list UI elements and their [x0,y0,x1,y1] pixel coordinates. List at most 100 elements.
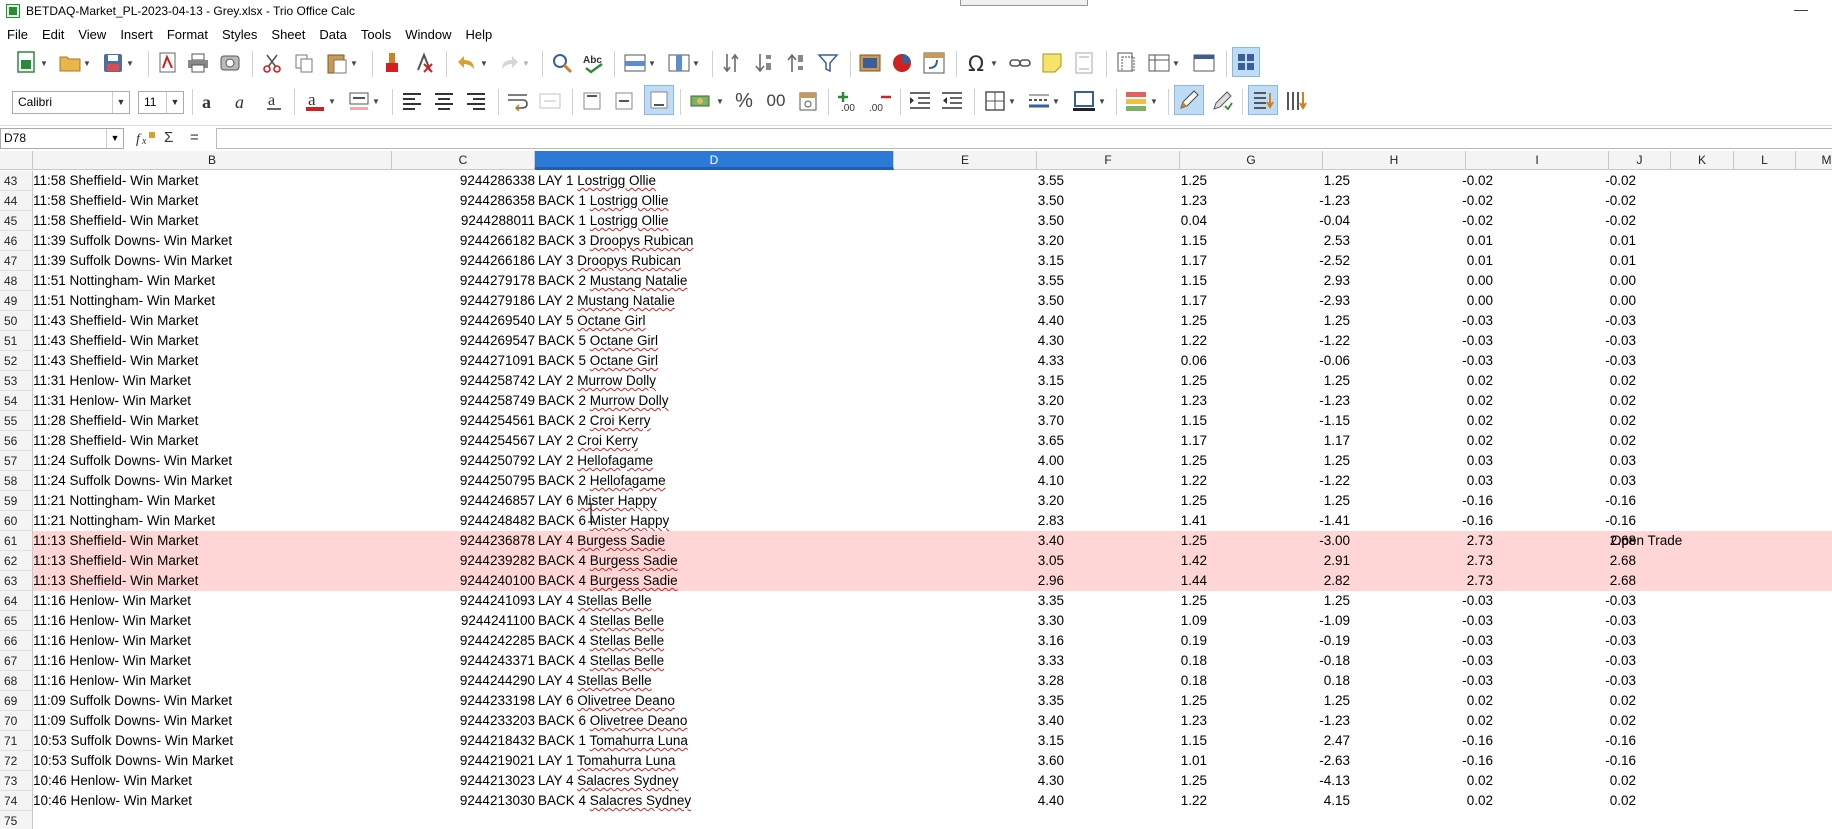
cell-b[interactable]: 11:31 Henlow- Win Market [33,371,392,391]
cell-h[interactable]: 0.02 [1350,791,1493,811]
cell-d[interactable]: BACK 2 Croi Kerry [538,411,894,431]
cell-b[interactable]: 11:13 Sheffield- Win Market [33,571,392,591]
cell-h[interactable]: 0.02 [1350,431,1493,451]
table-row[interactable]: 11:31 Henlow- Win Market 9244258749 BACK 2… [33,391,1832,411]
cell-h[interactable]: 0.02 [1350,371,1493,391]
cell-g[interactable]: 1.25 [1207,591,1350,611]
row-header[interactable]: 46 [0,231,33,251]
cell-h[interactable]: -0.03 [1350,611,1493,631]
menu-format[interactable]: Format [160,27,215,42]
cell-f[interactable]: 0.18 [1064,651,1207,671]
cell-e[interactable]: 3.20 [894,231,1064,251]
table-row[interactable]: 11:16 Henlow- Win Market 9244242285 BACK 4… [33,631,1832,651]
row-header[interactable]: 74 [0,791,33,811]
cell-j-note[interactable] [1611,271,1771,291]
cell-b[interactable] [33,811,392,829]
cell-d[interactable]: LAY 6 Olivetree Deano [538,691,894,711]
cell-b[interactable]: 10:46 Henlow- Win Market [33,791,392,811]
cell-d[interactable]: BACK 4 Burgess Sadie [538,551,894,571]
cell-c[interactable]: 9244269540 [392,311,535,331]
cell-e[interactable]: 4.33 [894,351,1064,371]
cell-e[interactable]: 3.16 [894,631,1064,651]
column-header-f[interactable]: F [1037,151,1180,170]
cell-c[interactable]: 9244248482 [392,511,535,531]
cell-h[interactable]: -0.03 [1350,671,1493,691]
align-left-button[interactable] [398,85,426,117]
cell-h[interactable]: 0.00 [1350,271,1493,291]
insert-chart-button[interactable] [888,47,916,79]
cell-d[interactable]: LAY 4 Stellas Belle [538,591,894,611]
cell-j-note[interactable] [1611,571,1771,591]
table-row[interactable]: 11:13 Sheffield- Win Market 9244239282 BAC… [33,551,1832,571]
cell-c[interactable]: 9244250792 [392,451,535,471]
cell-d[interactable]: BACK 4 Stellas Belle [538,631,894,651]
cell-j-note[interactable] [1611,471,1771,491]
cell-g[interactable]: 2.82 [1207,571,1350,591]
cell-f[interactable]: 0.06 [1064,351,1207,371]
menu-edit[interactable]: Edit [35,27,71,42]
cell-b[interactable]: 11:16 Henlow- Win Market [33,651,392,671]
row-header[interactable]: 44 [0,191,33,211]
cell-g[interactable]: -2.52 [1207,251,1350,271]
cell-j-note[interactable] [1611,191,1771,211]
row-header[interactable]: 49 [0,291,33,311]
row-header[interactable]: 59 [0,491,33,511]
cell-d[interactable]: BACK 4 Stellas Belle [538,611,894,631]
date-format-button[interactable] [794,85,822,117]
cell-h[interactable]: 0.00 [1350,291,1493,311]
sort-ascending-button[interactable] [750,47,778,79]
cell-e[interactable]: 3.15 [894,731,1064,751]
cell-g[interactable]: -2.93 [1207,291,1350,311]
table-row[interactable]: 11:43 Sheffield- Win Market 9244269547 BAC… [33,331,1832,351]
redo-button[interactable]: ▼ [494,47,534,79]
cell-f[interactable]: 1.15 [1064,231,1207,251]
cell-c[interactable]: 9244213023 [392,771,535,791]
cell-f[interactable]: 1.15 [1064,731,1207,751]
paste-button[interactable]: ▼ [322,47,362,79]
underline-button[interactable]: a [260,85,288,117]
cell-f[interactable]: 1.17 [1064,431,1207,451]
cell-d[interactable]: BACK 3 Droopys Rubican [538,231,894,251]
row-header[interactable]: 55 [0,411,33,431]
cell-c[interactable]: 9244240100 [392,571,535,591]
cell-f[interactable]: 1.25 [1064,591,1207,611]
cell-f[interactable]: 0.19 [1064,631,1207,651]
cell-c[interactable]: 9244218432 [392,731,535,751]
table-row[interactable]: 11:58 Sheffield- Win Market 9244286358 BAC… [33,191,1832,211]
conditional-format-button[interactable]: ▼ [1120,85,1162,117]
cell-e[interactable]: 3.05 [894,551,1064,571]
table-row[interactable]: 11:39 Suffolk Downs- Win Market 924426618… [33,231,1832,251]
table-row[interactable]: 10:46 Henlow- Win Market 9244213030 BACK 4… [33,791,1832,811]
cell-c[interactable]: 9244266186 [392,251,535,271]
decrease-indent-button[interactable] [938,85,966,117]
column-header-d[interactable]: D [535,151,894,170]
delete-decimal-button[interactable]: .00 [866,85,894,117]
border-style-button[interactable]: ▼ [1024,85,1064,117]
row-button[interactable]: ▼ [620,47,660,79]
column-header-j[interactable]: J [1609,151,1671,170]
cell-c[interactable]: 9244244290 [392,671,535,691]
font-color-button[interactable]: a ▼ [300,85,340,117]
table-row[interactable]: 11:51 Nottingham- Win Market 9244279178 BA… [33,271,1832,291]
cell-g[interactable] [1207,811,1350,829]
cell-b[interactable]: 11:51 Nottingham- Win Market [33,291,392,311]
column-header-h[interactable]: H [1323,151,1466,170]
cell-f[interactable]: 1.25 [1064,491,1207,511]
table-row[interactable]: 11:28 Sheffield- Win Market 9244254561 BAC… [33,411,1832,431]
cell-g[interactable]: 2.53 [1207,231,1350,251]
print-button[interactable] [184,47,212,79]
cell-e[interactable]: 4.30 [894,331,1064,351]
table-row[interactable]: 11:09 Suffolk Downs- Win Market 924423320… [33,711,1832,731]
cell-j-note[interactable] [1611,211,1771,231]
cell-g[interactable]: 1.25 [1207,451,1350,471]
cell-j-note[interactable] [1611,171,1771,191]
cell-h[interactable]: 0.03 [1350,471,1493,491]
cell-d[interactable]: LAY 2 Croi Kerry [538,431,894,451]
show-draw-functions-button[interactable] [1174,85,1204,115]
cell-c[interactable]: 9244286358 [392,191,535,211]
clone-formatting-button[interactable] [378,47,406,79]
cell-h[interactable]: 0.02 [1350,771,1493,791]
cell-h[interactable]: 2.73 [1350,551,1493,571]
cell-f[interactable]: 1.42 [1064,551,1207,571]
cell-e[interactable]: 3.60 [894,751,1064,771]
